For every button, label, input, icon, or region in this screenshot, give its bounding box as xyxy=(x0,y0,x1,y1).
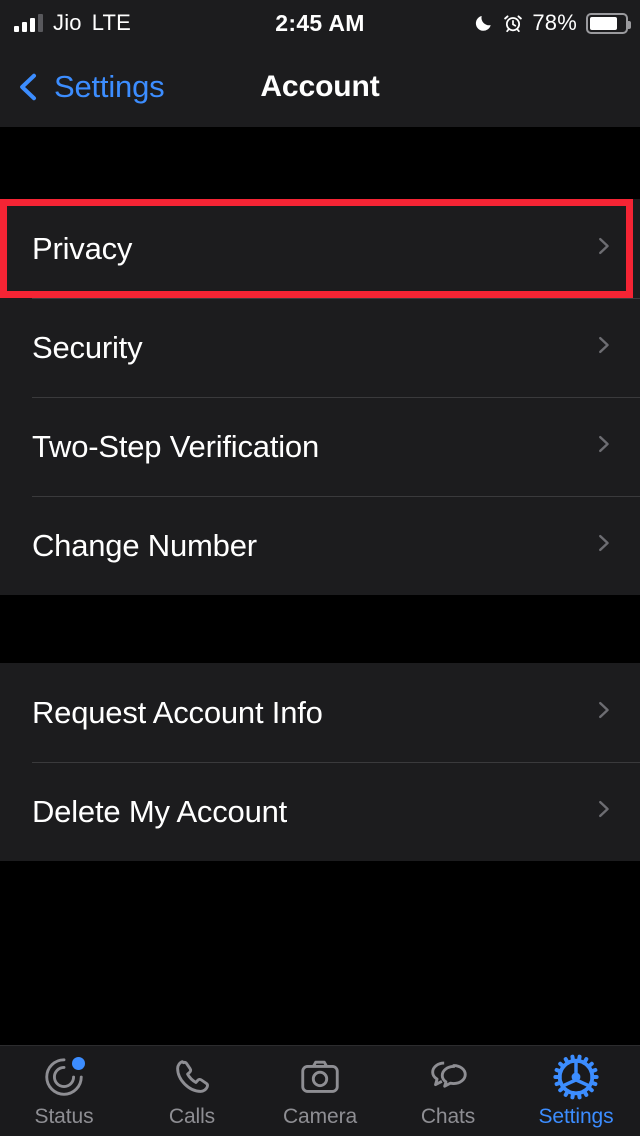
chevron-right-icon xyxy=(592,792,614,831)
settings-row-request-account-info[interactable]: Request Account Info xyxy=(0,663,640,762)
page-title: Account xyxy=(260,69,380,103)
settings-row-two-step-verification[interactable]: Two-Step Verification xyxy=(0,397,640,496)
tab-label: Status xyxy=(34,1105,94,1128)
chevron-right-icon xyxy=(592,229,614,268)
settings-row-label: Privacy xyxy=(32,230,133,266)
settings-row-label: Security xyxy=(32,329,143,365)
settings-row-change-number[interactable]: Change Number xyxy=(0,496,640,595)
phone-icon xyxy=(169,1053,215,1101)
settings-row-label: Change Number xyxy=(32,527,257,563)
settings-group-account: Privacy Security Two-Step Verification Chan… xyxy=(0,199,640,595)
chevron-right-icon xyxy=(592,427,614,466)
chevron-right-icon xyxy=(592,526,614,565)
tab-camera[interactable]: Camera xyxy=(256,1046,384,1136)
settings-row-privacy[interactable]: Privacy xyxy=(0,199,640,298)
settings-row-label: Delete My Account xyxy=(32,793,288,829)
settings-row-label: Two-Step Verification xyxy=(32,428,320,464)
status-bar-right: 78% xyxy=(474,0,631,46)
navigation-bar: Settings Account xyxy=(0,46,640,127)
chat-bubbles-icon xyxy=(425,1053,471,1101)
battery-icon xyxy=(586,12,631,34)
phone-screen: Jio LTE 2:45 AM 78% Settings Account Pri… xyxy=(0,0,640,1136)
tab-settings[interactable]: Settings xyxy=(512,1046,640,1136)
tab-calls[interactable]: Calls xyxy=(128,1046,256,1136)
status-bar: Jio LTE 2:45 AM 78% xyxy=(0,0,640,46)
status-rings-icon xyxy=(41,1053,87,1101)
chevron-right-icon xyxy=(592,328,614,367)
tab-bar: Status Calls Camera Chats Settings xyxy=(0,1045,640,1136)
battery-percentage: 78% xyxy=(532,10,577,35)
tab-chats[interactable]: Chats xyxy=(384,1046,512,1136)
status-badge-dot xyxy=(72,1057,85,1070)
tab-label: Camera xyxy=(282,1105,358,1128)
camera-icon xyxy=(297,1053,343,1101)
alarm-clock-icon xyxy=(503,13,523,33)
tab-label: Calls xyxy=(168,1105,216,1128)
tab-label: Settings xyxy=(538,1105,614,1128)
settings-row-security[interactable]: Security xyxy=(0,298,640,397)
gear-icon xyxy=(553,1053,599,1101)
tab-label: Chats xyxy=(420,1105,476,1128)
moon-dnd-icon xyxy=(474,13,494,33)
settings-row-label: Request Account Info xyxy=(32,694,323,730)
settings-row-delete-my-account[interactable]: Delete My Account xyxy=(0,762,640,861)
settings-group-account-data: Request Account Info Delete My Account xyxy=(0,663,640,861)
chevron-right-icon xyxy=(592,693,614,732)
tab-status[interactable]: Status xyxy=(0,1046,128,1136)
